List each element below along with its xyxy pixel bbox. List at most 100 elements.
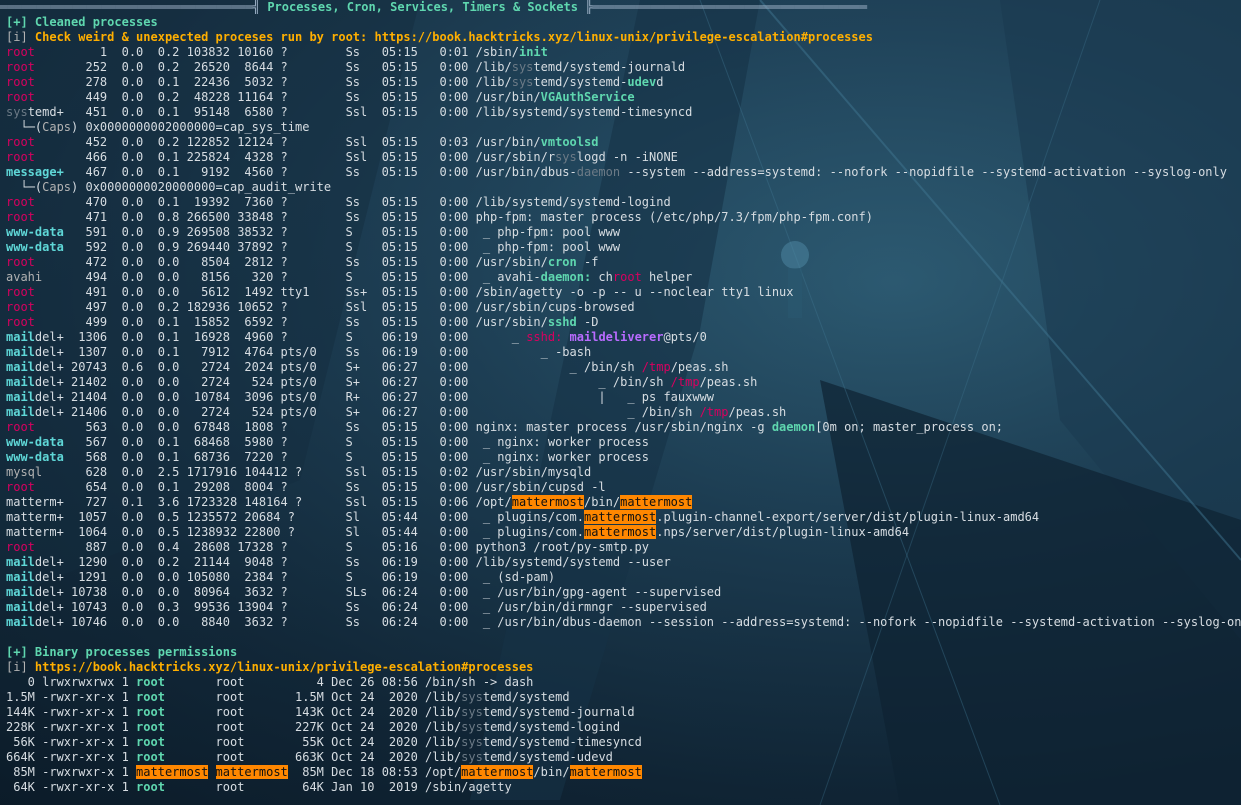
terminal-text: temd/systemd-journald xyxy=(533,60,686,74)
terminal-line: mysql 628 0.0 2.5 1717916 104412 ? Ssl 0… xyxy=(6,465,591,480)
terminal-text: root xyxy=(136,720,165,734)
terminal-text: temd/systemd- xyxy=(533,75,628,89)
terminal-line: 85M -rwxrwxr-x 1 mattermost mattermost 8… xyxy=(6,765,642,780)
terminal-text: mail xyxy=(6,345,35,359)
terminal-text: root xyxy=(6,420,35,434)
terminal-text: [+] Binary processes permissions xyxy=(6,645,238,659)
terminal-text: 491 0.0 0.0 5612 1492 tty1 Ss+ 05:15 0:0… xyxy=(34,285,794,299)
terminal-text: root xyxy=(6,255,35,269)
terminal-line: root 563 0.0 0.0 67848 1808 ? Ss 05:15 0… xyxy=(6,420,1003,435)
terminal-text: 0 lrwxrwxrwx 1 xyxy=(6,675,137,689)
terminal-line: root 1 0.0 0.2 103832 10160 ? Ss 05:15 0… xyxy=(6,45,548,60)
terminal-text: 628 0.0 2.5 1717916 104412 ? Ssl 05:15 0… xyxy=(42,465,592,479)
terminal-text: www-data xyxy=(6,240,64,254)
terminal-text: del+ 10746 0.0 0.0 8840 3632 ? Ss 06:24 … xyxy=(34,615,1241,629)
terminal-line: root 470 0.0 0.1 19392 7360 ? Ss 05:15 0… xyxy=(6,195,671,210)
terminal-text: root xyxy=(136,780,165,794)
terminal-text: .nps/server/dist/plugin-linux-amd64 xyxy=(656,525,910,539)
terminal-text: temd/systemd-journald xyxy=(482,705,635,719)
terminal-text: root xyxy=(6,45,35,59)
terminal-text: mail xyxy=(6,330,35,344)
terminal-text: VGAuthService xyxy=(540,90,635,104)
terminal-text: sys xyxy=(6,105,28,119)
terminal-line: 144K -rwxr-xr-x 1 root root 143K Oct 24 … xyxy=(6,705,635,720)
terminal-line: maildel+ 21404 0.0 0.0 10784 3096 pts/0 … xyxy=(6,390,714,405)
terminal-line: └─(Caps) 0x0000000002000000=cap_sys_time xyxy=(6,120,309,135)
terminal-line: 0 lrwxrwxrwx 1 root root 4 Dec 26 08:56 … xyxy=(6,675,534,690)
terminal-text: root 143K Oct 24 2020 /lib/ xyxy=(164,705,462,719)
terminal-text: udev xyxy=(627,75,657,89)
terminal-line: 1.5M -rwxr-xr-x 1 root root 1.5M Oct 24 … xyxy=(6,690,570,705)
terminal-text: root xyxy=(6,540,35,554)
terminal-text: mail xyxy=(6,570,35,584)
terminal-text: root xyxy=(6,135,35,149)
terminal-window[interactable]: ═══════════════════════════════════╣ Pro… xyxy=(0,0,1241,805)
terminal-text: [i] xyxy=(6,660,35,674)
terminal-text: mattermost xyxy=(136,765,209,779)
terminal-line: [+] Cleaned processes xyxy=(6,15,158,30)
terminal-text: 85M Dec 18 08:53 /opt/ xyxy=(287,765,462,779)
terminal-text: /tmp xyxy=(670,375,700,389)
terminal-text: www-data xyxy=(6,435,64,449)
terminal-text: sys xyxy=(511,75,534,89)
terminal-text: 56K -rwxr-xr-x 1 xyxy=(6,735,137,749)
terminal-line: maildel+ 21406 0.0 0.0 2724 524 pts/0 S+… xyxy=(6,405,786,420)
terminal-line: [i] Check weird & unexpected proceses ru… xyxy=(6,30,873,45)
terminal-line: www-data 567 0.0 0.1 68468 5980 ? S 05:1… xyxy=(6,435,649,450)
terminal-text: del+ 1290 0.0 0.2 21144 9048 ? Ss 06:19 … xyxy=(34,555,671,569)
terminal-text: Caps xyxy=(42,180,72,194)
terminal-text: /bin/ xyxy=(583,495,621,509)
terminal-text: sys xyxy=(461,735,483,749)
terminal-line: maildel+ 21402 0.0 0.0 2724 524 pts/0 S+… xyxy=(6,375,757,390)
terminal-text: 563 0.0 0.0 67848 1808 ? Ss 05:15 0:00 n… xyxy=(34,420,772,434)
section-header-bar: ═══════════════════════════════════╣ Pro… xyxy=(0,0,1241,15)
terminal-text: 592 0.0 0.9 269440 37892 ? S 05:15 0:00 … xyxy=(63,240,621,254)
terminal-text: mail xyxy=(6,405,35,419)
terminal-text: root xyxy=(136,690,165,704)
terminal-line: 664K -rwxr-xr-x 1 root root 663K Oct 24 … xyxy=(6,750,613,765)
terminal-text: /peas.sh xyxy=(699,375,758,389)
terminal-text: └─( xyxy=(6,180,43,194)
terminal-text: avahi xyxy=(6,270,43,284)
terminal-line: 228K -rwxr-xr-x 1 root root 227K Oct 24 … xyxy=(6,720,620,735)
terminal-text: [+] Cleaned processes xyxy=(6,15,158,29)
terminal-text: 467 0.0 0.1 9192 4560 ? Ss 05:15 0:00 /u… xyxy=(63,165,577,179)
terminal-text: root 4 Dec 26 08:56 /bin/sh -> dash xyxy=(164,675,534,689)
terminal-text: message+ xyxy=(6,165,64,179)
terminal-text: 494 0.0 0.0 8156 320 ? S 05:15 0:00 _ av… xyxy=(42,270,541,284)
terminal-line: maildel+ 1306 0.0 0.1 16928 4960 ? S 06:… xyxy=(6,330,707,345)
terminal-text: root 64K Jan 10 2019 /sbin/agetty xyxy=(164,780,512,794)
terminal-text: helper xyxy=(641,270,693,284)
terminal-text: mail xyxy=(6,600,35,614)
terminal-text: logd -n -iNONE xyxy=(576,150,678,164)
terminal-line: [i] https://book.hacktricks.xyz/linux-un… xyxy=(6,660,533,675)
terminal-text: mail xyxy=(6,585,35,599)
terminal-text: @pts/0 xyxy=(663,330,707,344)
terminal-line: root 472 0.0 0.0 8504 2812 ? Ss 05:15 0:… xyxy=(6,255,598,270)
terminal-text: ) 0x0000000020000000=cap_audit_write xyxy=(71,180,332,194)
terminal-text: www-data xyxy=(6,450,64,464)
terminal-line: 56K -rwxr-xr-x 1 root root 55K Oct 24 20… xyxy=(6,735,642,750)
terminal-text: root 663K Oct 24 2020 /lib/ xyxy=(164,750,462,764)
terminal-text: --system --address=systemd: --nofork --n… xyxy=(620,165,1227,179)
terminal-text: root xyxy=(136,750,165,764)
terminal-text: mattermost xyxy=(511,495,584,509)
terminal-text: [0m on; master_process on; xyxy=(815,420,1004,434)
terminal-line: maildel+ 1307 0.0 0.1 7912 4764 pts/0 Ss… xyxy=(6,345,591,360)
terminal-text: 664K -rwxr-xr-x 1 xyxy=(6,750,137,764)
terminal-text: 591 0.0 0.9 269508 38532 ? S 05:15 0:00 … xyxy=(63,225,621,239)
terminal-text: del+ 20743 0.6 0.0 2724 2024 pts/0 S+ 06… xyxy=(34,360,642,374)
section-title: Processes, Cron, Services, Timers & Sock… xyxy=(267,0,578,14)
terminal-line: www-data 568 0.0 0.1 68736 7220 ? S 05:1… xyxy=(6,450,649,465)
terminal-text: /tmp xyxy=(641,360,671,374)
terminal-text: init xyxy=(518,45,548,59)
terminal-text: 85M -rwxrwxr-x 1 xyxy=(6,765,137,779)
terminal-text: root 227K Oct 24 2020 /lib/ xyxy=(164,720,462,734)
terminal-text: /bin/ xyxy=(533,765,570,779)
terminal-line: root 449 0.0 0.2 48228 11164 ? Ss 05:15 … xyxy=(6,90,635,105)
terminal-text: daemon xyxy=(576,165,621,179)
terminal-line: maildel+ 10743 0.0 0.3 99536 13904 ? Ss … xyxy=(6,600,707,615)
terminal-text: daemon: xyxy=(540,270,592,284)
terminal-text: root xyxy=(136,735,165,749)
